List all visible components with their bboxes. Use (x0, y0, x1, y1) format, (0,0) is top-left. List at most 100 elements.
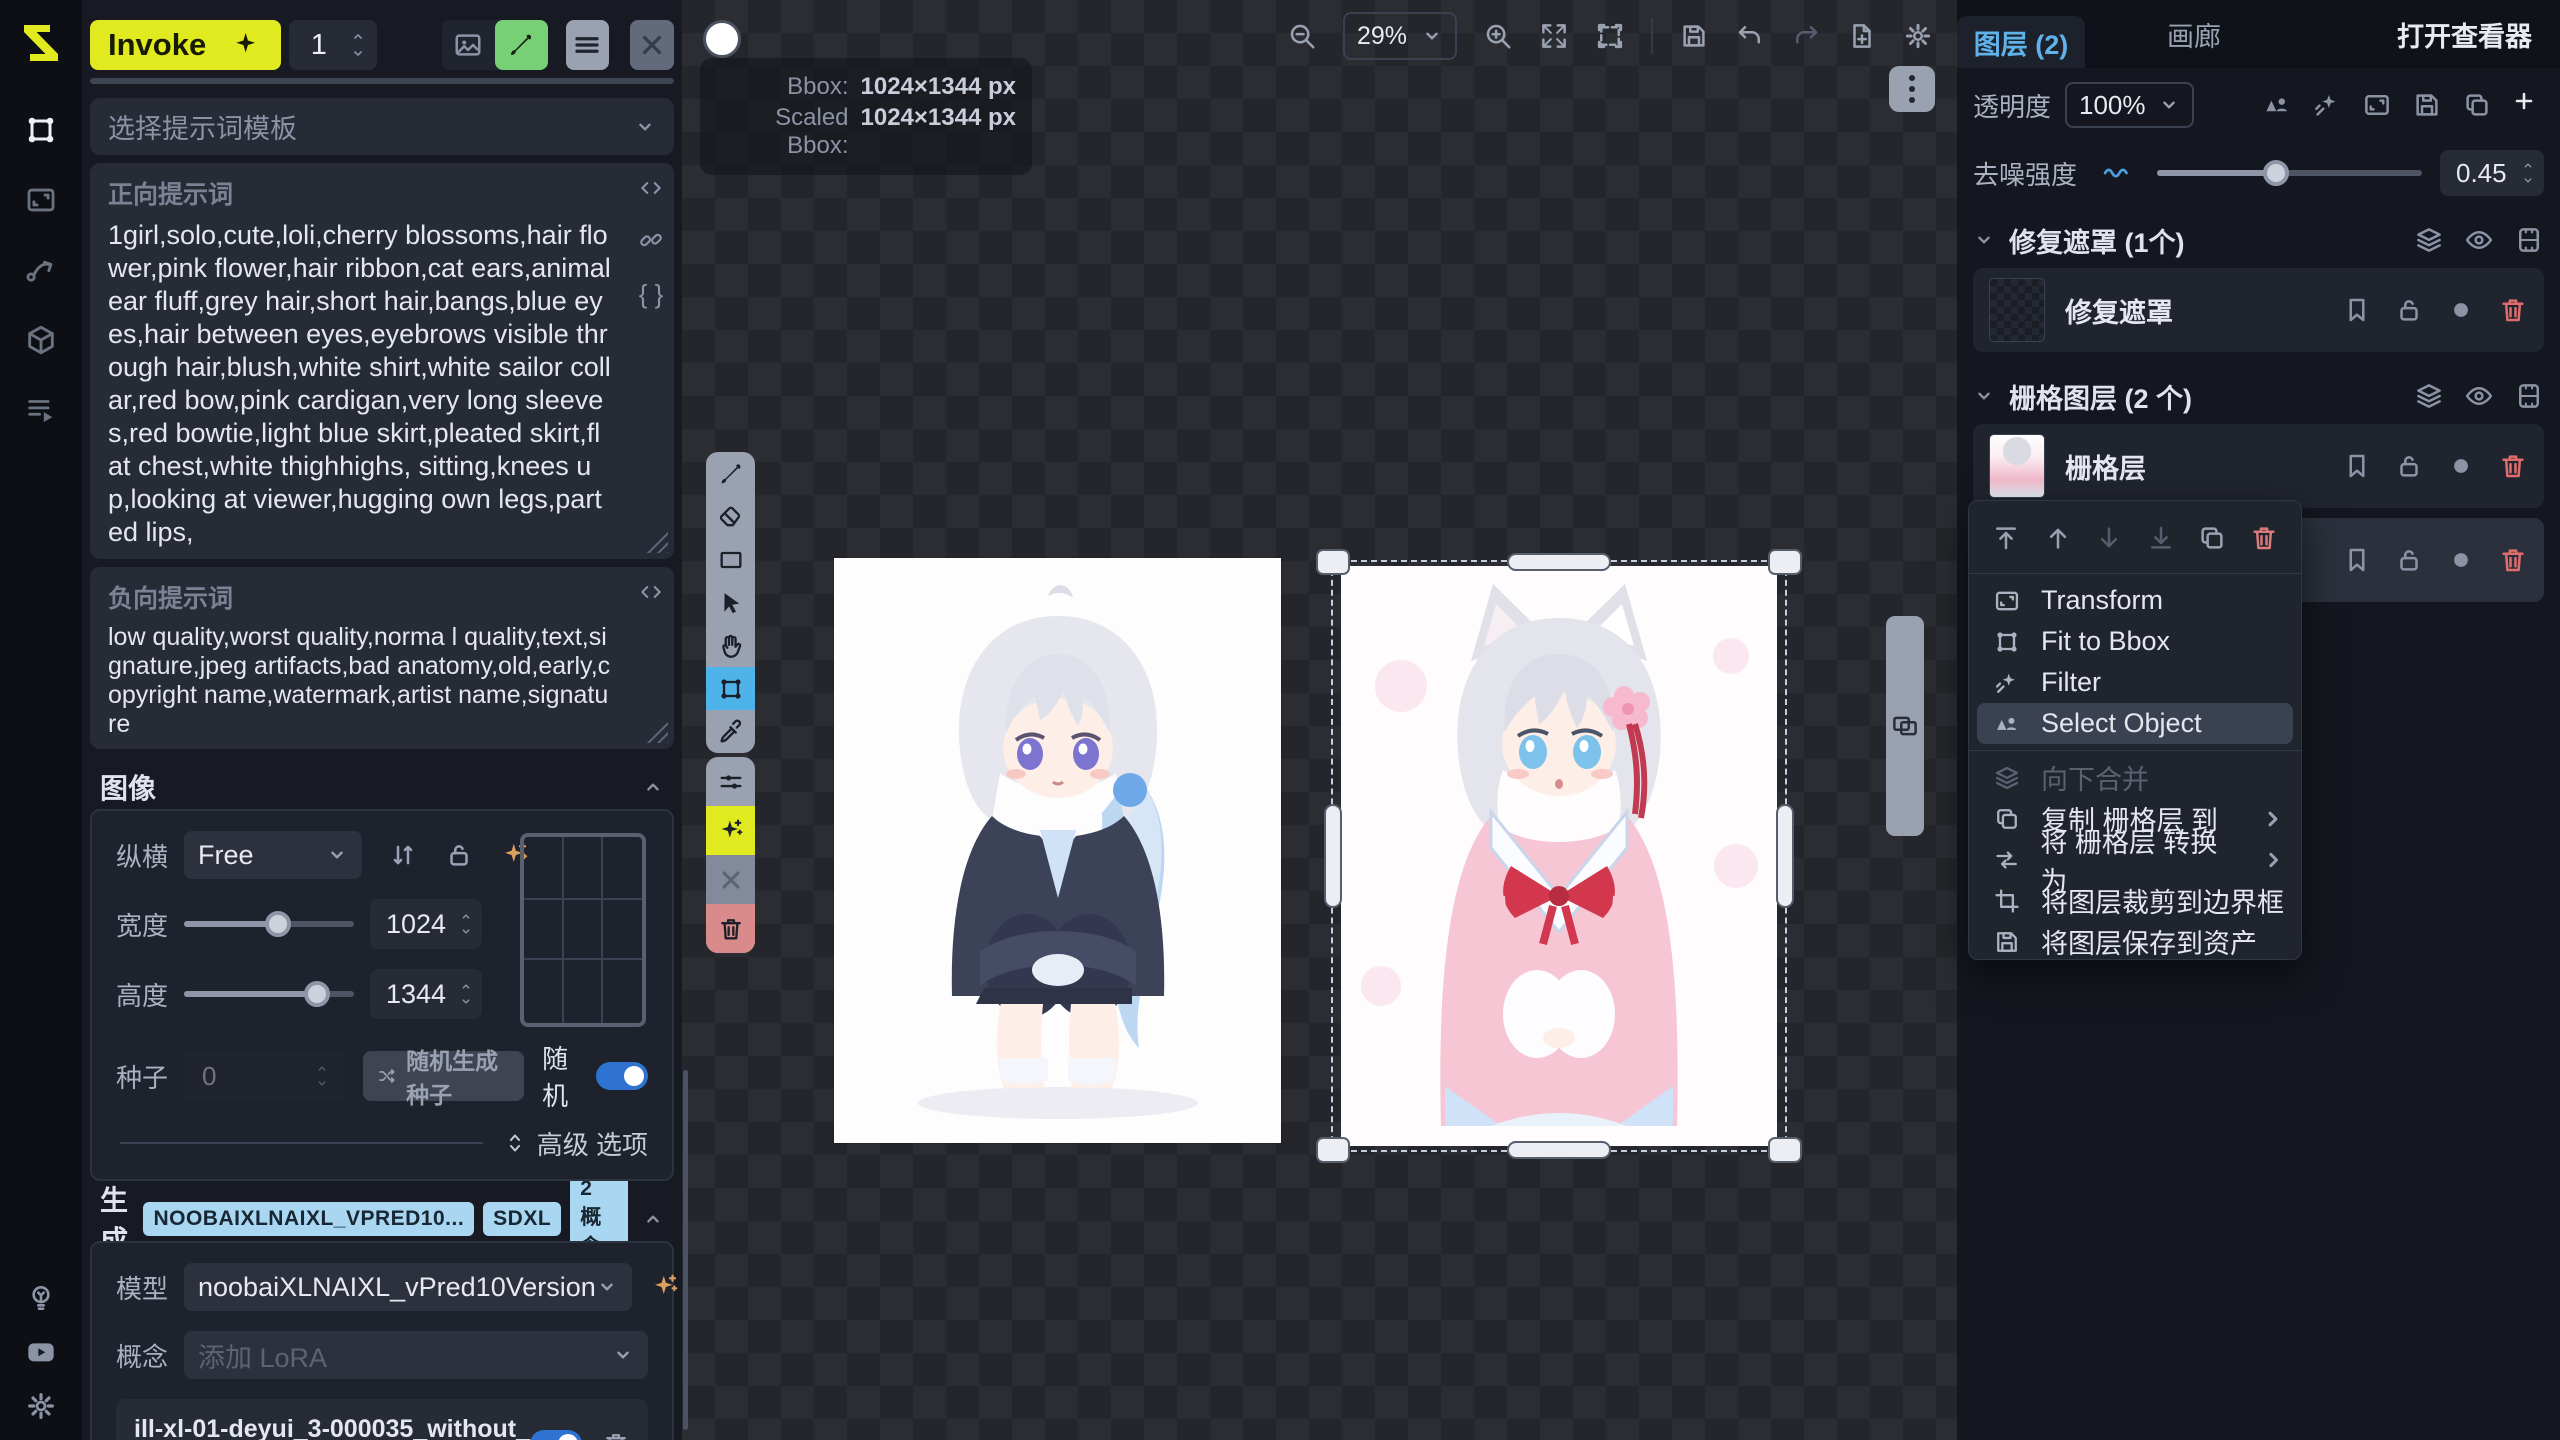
redo-icon[interactable] (1791, 21, 1821, 51)
send-to-canvas-button[interactable] (495, 20, 548, 70)
layer-row-inpaint-mask[interactable]: 修复遮罩 (1973, 268, 2544, 352)
menu-item-transform[interactable]: Transform (1969, 580, 2301, 621)
eraser-tool[interactable] (706, 495, 755, 538)
menu-item-fit-to-bbox[interactable]: Fit to Bbox (1969, 621, 2301, 662)
layers-icon[interactable] (2414, 225, 2444, 255)
menu-item-save-to-assets[interactable]: 将图层保存到资产 (1969, 921, 2301, 962)
menu-item-filter[interactable]: Filter (1969, 662, 2301, 703)
height-value[interactable] (386, 979, 458, 1010)
fit-view-icon[interactable] (1539, 21, 1569, 51)
visibility-dot-icon[interactable] (2446, 545, 2476, 575)
advanced-options-button[interactable]: 高级 选项 (503, 1125, 648, 1162)
bulb-icon[interactable] (25, 1282, 57, 1314)
move-to-bottom-icon[interactable] (2146, 523, 2176, 553)
lora-delete-icon[interactable] (602, 1430, 630, 1440)
raster-layer-image-1[interactable] (834, 558, 1281, 1143)
brush-tool[interactable] (706, 452, 755, 495)
visibility-dot-icon[interactable] (2446, 451, 2476, 481)
swap-dimensions-icon[interactable] (388, 840, 418, 870)
zoom-level-select[interactable]: 29% (1343, 12, 1457, 60)
random-seed-toggle[interactable] (596, 1062, 648, 1090)
rail-item-canvas[interactable] (21, 110, 61, 150)
rect-tool[interactable] (706, 538, 755, 581)
panel-scrollbar-horizontal[interactable] (90, 78, 674, 84)
selection-bbox[interactable] (1331, 560, 1787, 1152)
bookmark-icon[interactable] (2342, 545, 2372, 575)
move-down-icon[interactable] (2094, 523, 2124, 553)
add-layer-icon[interactable] (2512, 89, 2544, 121)
width-value[interactable] (386, 909, 458, 940)
bbox-tool[interactable] (706, 667, 755, 710)
frame-icon[interactable] (2514, 381, 2544, 411)
code-icon[interactable] (638, 175, 664, 201)
eye-icon[interactable] (2464, 225, 2494, 255)
move-to-top-icon[interactable] (1991, 523, 2021, 553)
lock-open-icon[interactable] (2394, 451, 2424, 481)
positive-prompt-input[interactable]: 1girl,solo,cute,loli,cherry blossoms,hai… (108, 219, 613, 549)
frame-icon[interactable] (2514, 225, 2544, 255)
bbox-handle-se[interactable] (1768, 1137, 1802, 1163)
lock-aspect-icon[interactable] (444, 840, 474, 870)
undo-icon[interactable] (1735, 21, 1765, 51)
lock-open-icon[interactable] (2394, 295, 2424, 325)
bookmark-icon[interactable] (2342, 295, 2372, 325)
height-slider[interactable] (184, 981, 354, 1007)
new-session-icon[interactable] (1847, 21, 1877, 51)
prompt-template-select[interactable]: 选择提示词模板 (90, 98, 674, 155)
raster-layers-section-header[interactable]: 栅格图层 (2 个) (1973, 378, 2544, 414)
layer-row-raster-1[interactable]: 栅格层 (1973, 424, 2544, 508)
filter-icon[interactable] (2312, 90, 2342, 120)
transform-icon[interactable] (2362, 90, 2392, 120)
resize-handle[interactable] (644, 719, 668, 743)
bbox-handle-nw[interactable] (1316, 549, 1350, 575)
delete-icon[interactable] (2249, 523, 2279, 553)
invoke-sparkle-tool[interactable] (706, 806, 755, 855)
layers-icon[interactable] (2414, 381, 2444, 411)
move-tool[interactable] (706, 581, 755, 624)
settings-gear-icon[interactable] (25, 1390, 57, 1422)
canvas-kebab-menu-button[interactable] (1889, 66, 1935, 112)
bbox-handle-w[interactable] (1324, 804, 1342, 908)
negative-prompt-input[interactable]: low quality,worst quality,norma l qualit… (108, 623, 613, 739)
collapse-image-section-button[interactable] (642, 776, 664, 798)
invoke-logo-icon[interactable] (17, 18, 65, 66)
delete-layer-icon[interactable] (2498, 545, 2528, 575)
menu-item-convert-layer-to[interactable]: 将 栅格层 转换为 (1969, 839, 2301, 880)
menu-item-merge-down[interactable]: 向下合并 (1969, 757, 2301, 798)
queue-count-stepper[interactable]: 1 (289, 20, 377, 70)
canvas-settings-icon[interactable] (1903, 21, 1933, 51)
model-select[interactable]: noobaiXLNAIXL_vPred10Version (184, 1263, 632, 1311)
cancel-button[interactable] (630, 20, 674, 70)
inpaint-mask-section-header[interactable]: 修复遮罩 (1个) (1973, 222, 2544, 258)
lock-open-icon[interactable] (2394, 545, 2424, 575)
visibility-dot-icon[interactable] (2446, 295, 2476, 325)
denoise-input[interactable] (2440, 150, 2544, 196)
bookmark-icon[interactable] (2342, 451, 2372, 481)
save-layer-icon[interactable] (2412, 90, 2442, 120)
resize-handle[interactable] (644, 529, 668, 553)
width-input[interactable] (370, 899, 482, 949)
bbox-handle-ne[interactable] (1768, 549, 1802, 575)
code-icon[interactable] (638, 579, 664, 605)
zoom-out-icon[interactable] (1287, 21, 1317, 51)
braces-icon[interactable]: { } (639, 279, 664, 310)
send-to-gallery-button[interactable] (442, 20, 495, 70)
width-slider[interactable] (184, 911, 354, 937)
denoise-value[interactable] (2456, 158, 2520, 189)
delete-layer-icon[interactable] (2498, 451, 2528, 481)
random-seed-button[interactable]: 随机生成种子 (363, 1051, 525, 1101)
raster-layer-image-2[interactable] (1341, 566, 1777, 1146)
collapse-generation-section-button[interactable] (642, 1208, 664, 1230)
model-sparkle-icon[interactable] (650, 1272, 680, 1302)
delete-layer-icon[interactable] (2498, 295, 2528, 325)
rail-item-workflows[interactable] (21, 250, 61, 290)
denoise-slider[interactable] (2157, 160, 2422, 186)
bbox-handle-n[interactable] (1507, 553, 1611, 571)
tab-layers[interactable]: 图层 (2) (1957, 16, 2085, 68)
select-object-icon[interactable] (2262, 90, 2292, 120)
viewer-compare-handle[interactable] (1886, 616, 1924, 836)
brush-color-swatch[interactable] (703, 20, 741, 58)
seed-value[interactable] (200, 1060, 314, 1093)
height-input[interactable] (370, 969, 482, 1019)
bbox-handle-s[interactable] (1507, 1141, 1611, 1159)
